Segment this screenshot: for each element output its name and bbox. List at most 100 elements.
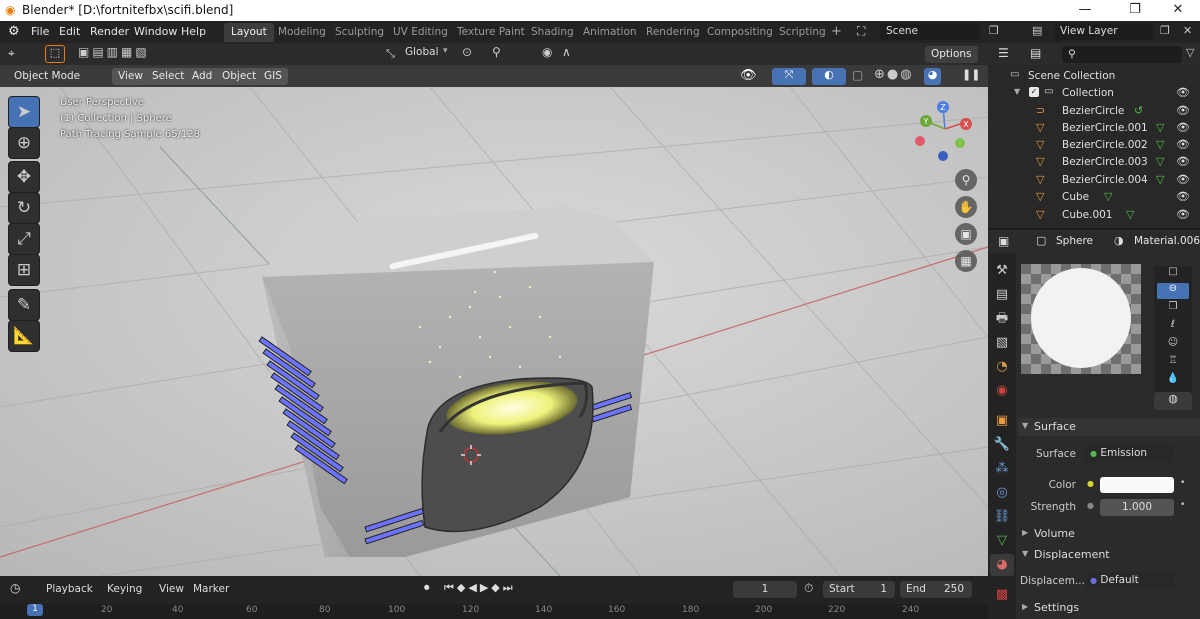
outliner-row-cube-001[interactable]: ▽ Cube.001 ▽ 👁: [988, 207, 1200, 224]
timeline-editor-icon[interactable]: ◷: [10, 581, 20, 595]
viewport-3d[interactable]: ⌖ ⬚ ▣▤▥▦▧ ⤡ Global ▾ ⊙ ⚲ ◉ ∧ Options Obj…: [0, 43, 988, 576]
tool-move[interactable]: ✥: [8, 161, 40, 193]
pan-hand-icon[interactable]: ✋: [955, 196, 977, 218]
view-layer-field[interactable]: View Layer: [1054, 23, 1154, 40]
close-button[interactable]: ✕: [1155, 0, 1200, 21]
outliner-row-beziercircle-002[interactable]: ▽ BezierCircle.002 ▽ 👁: [988, 137, 1200, 154]
select-menu[interactable]: Select: [146, 68, 191, 85]
tool-annotate[interactable]: ✎: [8, 289, 40, 321]
object-menu[interactable]: Object: [216, 68, 263, 85]
tab-modifier-wrench-icon[interactable]: 🔧: [990, 434, 1014, 456]
playback-controls-icons[interactable]: ⏮◆◀▶◆⏭: [444, 581, 516, 595]
keyframe-dot-icon[interactable]: •: [1180, 478, 1185, 488]
keyframe-dot-icon[interactable]: •: [1180, 500, 1185, 510]
preview-hair-icon[interactable]: ℓ: [1157, 319, 1189, 335]
properties-editor-icon[interactable]: ▣: [998, 234, 1009, 248]
blender-menu-icon[interactable]: ⚙: [8, 24, 20, 39]
displacement-section-header[interactable]: ▼ Displacement: [1018, 546, 1200, 564]
menu-window[interactable]: Window: [134, 25, 177, 38]
playhead[interactable]: 1: [27, 604, 43, 616]
outliner-row-beziercircle-004[interactable]: ▽ BezierCircle.004 ▽ 👁: [988, 172, 1200, 189]
playback-menu[interactable]: Playback: [46, 583, 93, 595]
tab-animation[interactable]: Animation: [576, 23, 644, 42]
tool-select-box[interactable]: ➤: [8, 96, 40, 128]
outliner-search-input[interactable]: ⚲: [1062, 46, 1182, 63]
menu-help[interactable]: Help: [181, 25, 206, 38]
add-menu[interactable]: Add: [186, 68, 219, 85]
tab-material-icon[interactable]: ◕: [990, 554, 1014, 576]
rendered-shading-icon[interactable]: ◕: [924, 68, 941, 85]
pause-render-icon[interactable]: ❚❚: [962, 68, 980, 85]
preview-sphere-icon[interactable]: ⊖: [1157, 283, 1189, 299]
visibility-eye-icon[interactable]: 👁: [740, 68, 757, 83]
scene-icon[interactable]: ⛶: [857, 24, 865, 39]
eye-icon[interactable]: 👁: [1176, 155, 1190, 168]
minimize-button[interactable]: —: [1062, 0, 1108, 21]
ortho-grid-icon[interactable]: ▦: [955, 250, 977, 272]
view-layer-icon[interactable]: ▤: [1032, 24, 1042, 37]
tab-compositing[interactable]: Compositing: [700, 23, 780, 42]
maximize-button[interactable]: ❐: [1112, 0, 1158, 21]
current-frame-field[interactable]: 1: [733, 581, 797, 598]
menu-render[interactable]: Render: [90, 25, 129, 38]
menu-edit[interactable]: Edit: [59, 25, 80, 38]
outliner-editor-icon[interactable]: ☰: [998, 46, 1009, 60]
outliner-row-scene-collection[interactable]: ▭ Scene Collection: [988, 68, 1200, 85]
proportional-edit-icon[interactable]: ◉: [542, 45, 552, 59]
mode-dropdown[interactable]: Object Mode: [8, 68, 106, 85]
clock-icon[interactable]: ⏱: [804, 581, 813, 596]
falloff-icon[interactable]: ∧: [562, 45, 571, 59]
options-dropdown[interactable]: Options: [925, 46, 978, 63]
shading-mode-icons[interactable]: ⊕●◍: [874, 67, 914, 82]
keying-menu[interactable]: Keying: [107, 583, 142, 595]
outliner-row-beziercircle-003[interactable]: ▽ BezierCircle.003 ▽ 👁: [988, 154, 1200, 171]
marker-menu[interactable]: Marker: [193, 583, 229, 595]
preview-fluid-icon[interactable]: 💧: [1157, 373, 1189, 389]
remove-view-layer-icon[interactable]: ✕: [1183, 24, 1192, 37]
volume-section-header[interactable]: ▶ Volume: [1018, 525, 1200, 543]
timeline-ruler[interactable]: 1 20 40 60 80 100 120 140 160 180 200 22…: [0, 604, 988, 619]
new-view-layer-icon[interactable]: ❐: [1160, 24, 1170, 37]
outliner-row-beziercircle[interactable]: ⊃ BezierCircle ↺ 👁: [988, 103, 1200, 120]
view-menu[interactable]: View: [112, 68, 149, 85]
tab-texture-paint[interactable]: Texture Paint: [450, 23, 532, 42]
add-workspace-button[interactable]: +: [831, 24, 842, 39]
tab-shading[interactable]: Shading: [524, 23, 581, 42]
snap-icon[interactable]: ⚲: [492, 45, 501, 59]
world-preview-icon[interactable]: ◍: [1154, 392, 1192, 410]
tab-data-icon[interactable]: ▽: [990, 530, 1014, 552]
tab-rendering[interactable]: Rendering: [639, 23, 707, 42]
gizmo-toggle-icon[interactable]: ⤧: [772, 68, 806, 85]
select-box-icon[interactable]: ⬚: [45, 45, 65, 63]
tab-world-icon[interactable]: ◉: [990, 380, 1014, 402]
surface-shader-field[interactable]: ● Emission: [1084, 445, 1174, 462]
end-frame-field[interactable]: End 250: [900, 581, 972, 598]
tab-particles-icon[interactable]: ⁂: [990, 458, 1014, 480]
tab-texture-icon[interactable]: ▩: [990, 584, 1014, 606]
settings-section-header[interactable]: ▶ Settings: [1018, 599, 1200, 617]
outliner-row-beziercircle-001[interactable]: ▽ BezierCircle.001 ▽ 👁: [988, 120, 1200, 137]
tool-transform[interactable]: ⊞: [8, 254, 40, 286]
transform-orientation-icon[interactable]: ⤡: [386, 47, 395, 61]
tab-modeling[interactable]: Modeling: [271, 23, 333, 42]
tab-physics-icon[interactable]: ◎: [990, 482, 1014, 504]
tab-uv-editing[interactable]: UV Editing: [386, 23, 455, 42]
tab-sculpting[interactable]: Sculpting: [328, 23, 391, 42]
scene-field[interactable]: Scene: [880, 23, 980, 40]
filter-icon[interactable]: ▽: [1186, 46, 1194, 59]
editor-type-icon[interactable]: ⌖: [8, 46, 15, 61]
tool-measure[interactable]: 📐: [8, 320, 40, 352]
tool-cursor[interactable]: ⊕: [8, 127, 40, 159]
display-mode-icon[interactable]: ▤: [1030, 46, 1041, 60]
view-menu-timeline[interactable]: View: [159, 583, 184, 595]
navigation-gizmo[interactable]: Z X Y: [910, 99, 980, 169]
preview-monkey-icon[interactable]: ☺: [1157, 337, 1189, 353]
xray-icon[interactable]: ▢: [852, 68, 863, 82]
camera-view-icon[interactable]: ▣: [955, 223, 977, 245]
outliner-row-collection[interactable]: ▼ ✓ ▭ Collection 👁: [988, 85, 1200, 102]
select-mode-icons[interactable]: ▣▤▥▦▧: [78, 45, 150, 59]
eye-icon[interactable]: 👁: [1176, 208, 1190, 221]
zoom-icon[interactable]: ⚲: [955, 169, 977, 191]
outliner-row-cube[interactable]: ▽ Cube ▽ 👁: [988, 189, 1200, 206]
displacement-field[interactable]: ● Default: [1084, 572, 1174, 589]
